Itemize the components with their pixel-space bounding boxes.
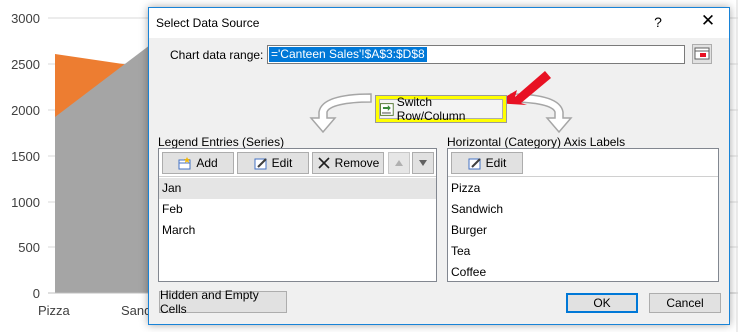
series-list: Jan Feb March <box>159 178 436 241</box>
chart-data-range-label: Chart data range: <box>170 48 264 62</box>
triangle-down-icon <box>419 160 427 166</box>
series-item[interactable]: March <box>159 220 436 241</box>
legend-entries-label: Legend Entries (Series) <box>158 135 285 149</box>
y-tick: 3000 <box>11 11 40 26</box>
x-tick: Sand <box>121 303 152 318</box>
axis-edit-label: Edit <box>485 156 507 170</box>
chart-data-range-value: ='Canteen Sales'!$A$3:$D$8 <box>269 47 427 62</box>
category-item[interactable]: Tea <box>448 241 718 262</box>
series-item[interactable]: Feb <box>159 199 436 220</box>
axis-toolbar: Edit <box>448 149 718 177</box>
y-tick: 2500 <box>11 57 40 72</box>
add-series-button[interactable]: Add <box>162 152 234 174</box>
add-icon <box>178 156 191 169</box>
edit-series-button[interactable]: Edit <box>237 152 309 174</box>
legend-toolbar: Add Edit Remove <box>159 149 436 177</box>
switch-row-column-highlight: Switch Row/Column <box>375 95 507 123</box>
y-tick: 1500 <box>11 149 40 164</box>
category-item[interactable]: Sandwich <box>448 199 718 220</box>
remove-label: Remove <box>334 156 380 170</box>
axis-labels-label: Horizontal (Category) Axis Labels <box>447 135 626 149</box>
axis-labels-panel: Edit Pizza Sandwich Burger Tea Coffee <box>447 148 719 282</box>
close-button[interactable]: ✕ <box>699 11 717 31</box>
edit-icon <box>468 157 481 169</box>
dialog-titlebar[interactable]: Select Data Source ? ✕ <box>149 8 729 38</box>
switch-row-column-label: Switch Row/Column <box>396 95 466 123</box>
y-tick: 500 <box>18 240 40 255</box>
category-item[interactable]: Pizza <box>448 178 718 199</box>
category-item[interactable]: Burger <box>448 220 718 241</box>
help-button[interactable]: ? <box>649 14 667 30</box>
right-curved-arrow-icon <box>510 93 573 134</box>
select-data-source-dialog: Select Data Source ? ✕ Chart data range:… <box>148 7 730 325</box>
edit-icon <box>254 157 267 169</box>
switch-row-column-button[interactable]: Switch Row/Column <box>379 95 503 123</box>
y-tick: 1000 <box>11 195 40 210</box>
series-item[interactable]: Jan <box>159 178 436 199</box>
triangle-up-icon <box>395 160 403 166</box>
ok-button[interactable]: OK <box>566 293 638 313</box>
y-tick: 2000 <box>11 103 40 118</box>
cancel-button[interactable]: Cancel <box>649 293 721 313</box>
legend-entries-panel: Add Edit Remove Jan Feb March <box>158 148 437 282</box>
x-tick: Pizza <box>38 303 70 318</box>
chart-data-range-input[interactable]: ='Canteen Sales'!$A$3:$D$8 <box>267 45 685 64</box>
range-picker-button[interactable] <box>692 44 712 64</box>
move-up-button[interactable] <box>388 152 410 174</box>
y-tick: 0 <box>32 286 40 301</box>
dialog-title: Select Data Source <box>156 16 260 30</box>
switch-row-column-icon <box>380 102 394 116</box>
range-select-icon <box>694 47 710 60</box>
edit-axis-labels-button[interactable]: Edit <box>451 152 523 174</box>
remove-x-icon <box>318 156 330 169</box>
edit-label: Edit <box>271 156 293 170</box>
category-list: Pizza Sandwich Burger Tea Coffee <box>448 178 718 283</box>
add-label: Add <box>196 156 218 170</box>
remove-series-button[interactable]: Remove <box>312 152 384 174</box>
move-down-button[interactable] <box>412 152 434 174</box>
left-curved-arrow-icon <box>309 93 372 134</box>
category-item[interactable]: Coffee <box>448 262 718 283</box>
hidden-and-empty-cells-button[interactable]: Hidden and Empty Cells <box>159 288 287 316</box>
